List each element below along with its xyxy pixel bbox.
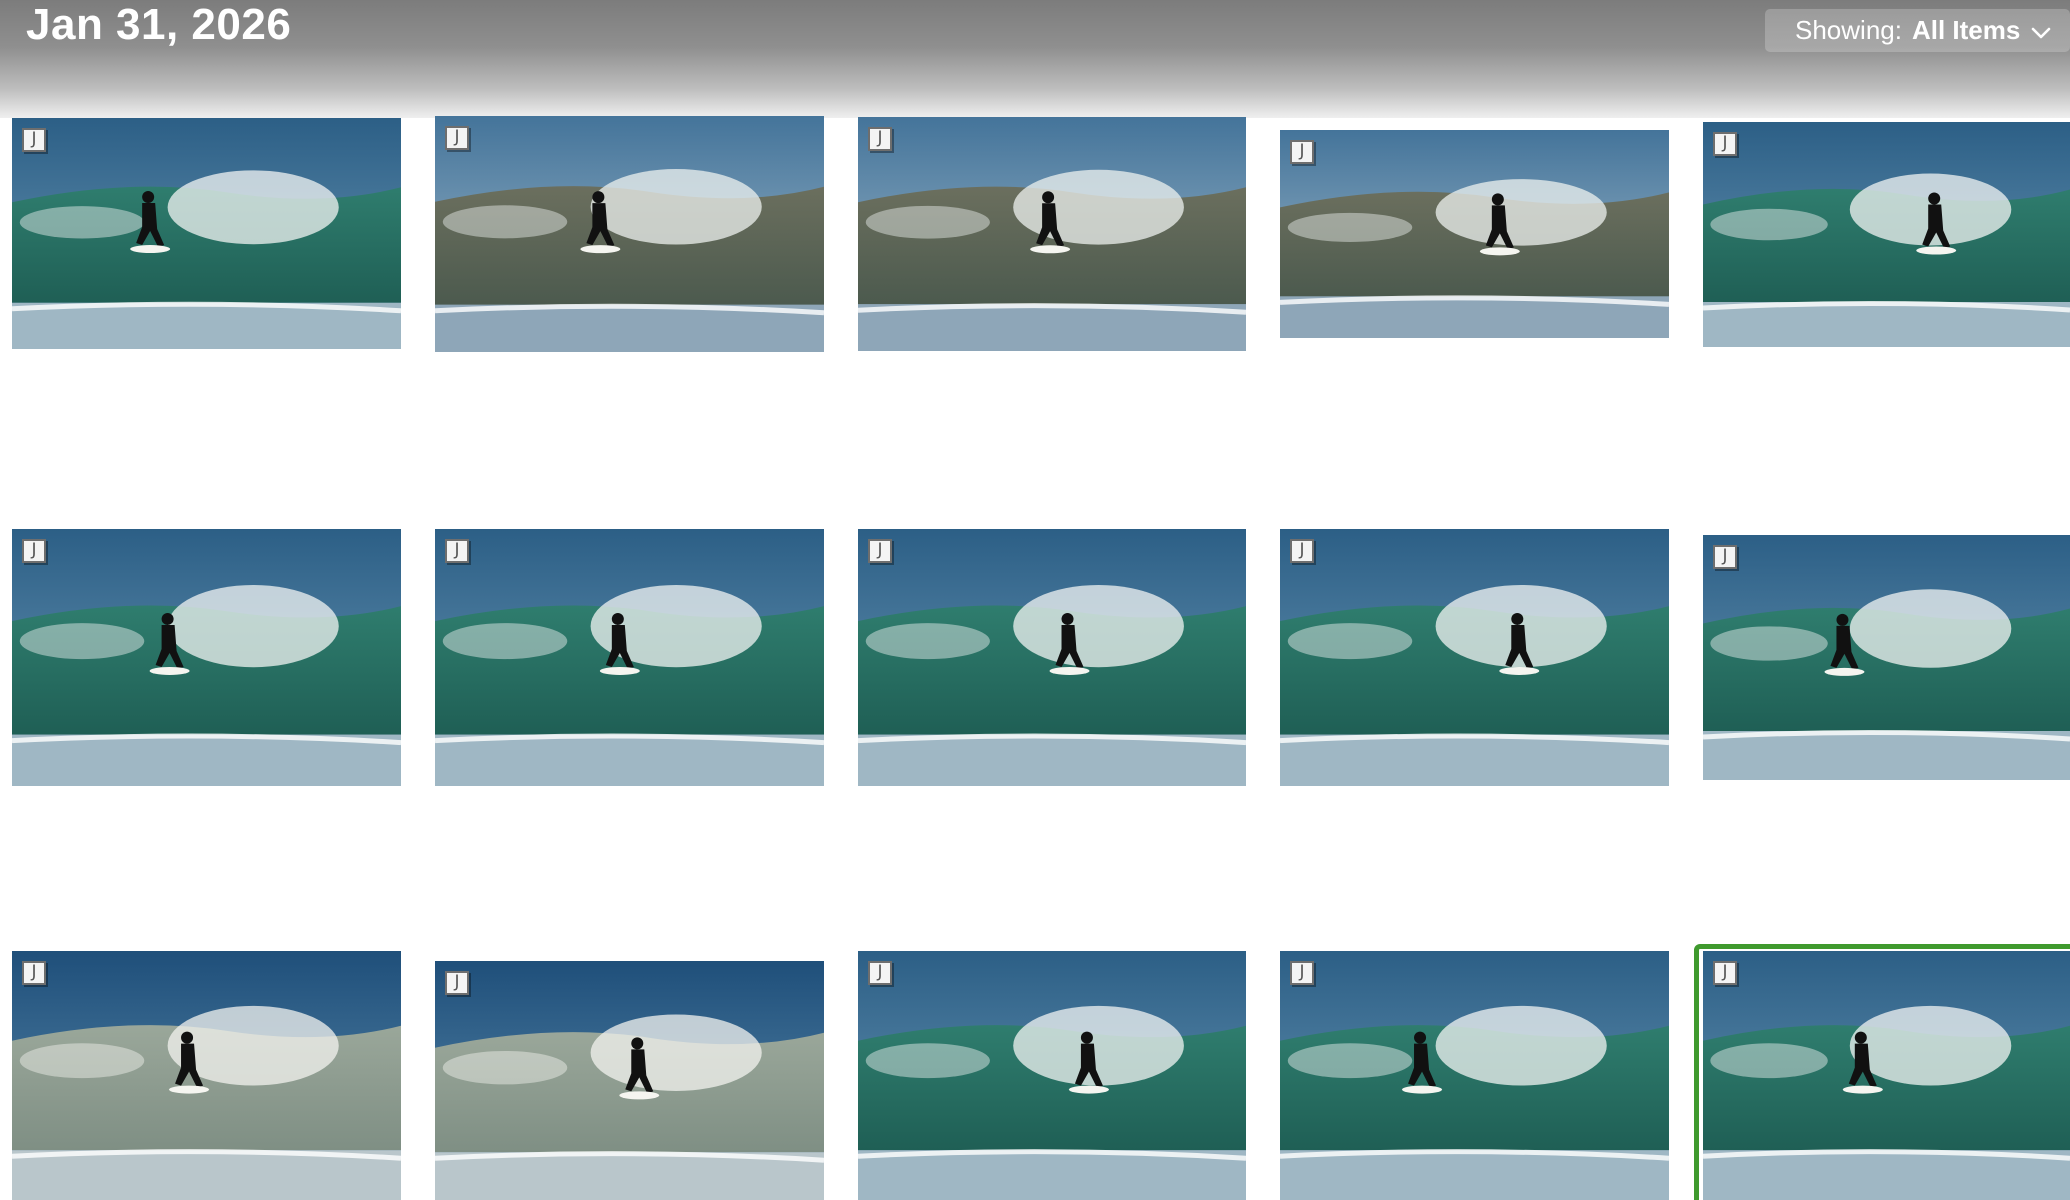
jpeg-format-badge: J <box>22 539 46 563</box>
photo-thumbnail[interactable]: J <box>1280 951 1669 1200</box>
jpeg-format-badge: J <box>1290 539 1314 563</box>
photo-thumbnail[interactable]: J <box>1703 951 2070 1200</box>
date-header-bar: Jan 31, 2026 Showing: All Items <box>0 0 2070 118</box>
photo-thumbnail[interactable]: J <box>1703 122 2070 347</box>
jpeg-format-badge: J <box>22 961 46 985</box>
jpeg-format-badge: J <box>1290 961 1314 985</box>
photo-thumbnail[interactable]: J <box>858 951 1246 1200</box>
jpeg-format-badge: J <box>445 971 469 995</box>
photo-thumbnail[interactable]: J <box>1703 535 2070 780</box>
jpeg-format-badge: J <box>868 961 892 985</box>
photo-thumbnail[interactable]: J <box>12 529 401 786</box>
jpeg-format-badge: J <box>868 539 892 563</box>
photo-library-window: Jan 31, 2026 Showing: All Items J J J J … <box>0 0 2070 1200</box>
showing-label: Showing: <box>1795 15 1902 45</box>
chevron-down-icon <box>2030 20 2052 42</box>
jpeg-format-badge: J <box>1713 132 1737 156</box>
photo-thumbnail[interactable]: J <box>1280 130 1669 338</box>
showing-value: All Items <box>1911 15 2021 45</box>
jpeg-format-badge: J <box>1713 961 1737 985</box>
photo-thumbnail[interactable]: J <box>858 117 1246 351</box>
photo-thumbnail[interactable]: J <box>12 118 401 349</box>
jpeg-format-badge: J <box>1290 140 1314 164</box>
photo-thumbnail[interactable]: J <box>435 529 824 786</box>
showing-filter-dropdown[interactable]: Showing: All Items <box>1765 9 2070 52</box>
jpeg-format-badge: J <box>1713 545 1737 569</box>
jpeg-format-badge: J <box>22 128 46 152</box>
jpeg-format-badge: J <box>445 539 469 563</box>
date-title: Jan 31, 2026 <box>26 0 292 49</box>
photo-thumbnail[interactable]: J <box>435 961 824 1200</box>
photo-thumbnail[interactable]: J <box>1280 529 1669 786</box>
photo-thumbnail[interactable]: J <box>12 951 401 1200</box>
photo-thumbnail[interactable]: J <box>435 116 824 352</box>
photo-thumbnail[interactable]: J <box>858 529 1246 786</box>
jpeg-format-badge: J <box>445 126 469 150</box>
jpeg-format-badge: J <box>868 127 892 151</box>
